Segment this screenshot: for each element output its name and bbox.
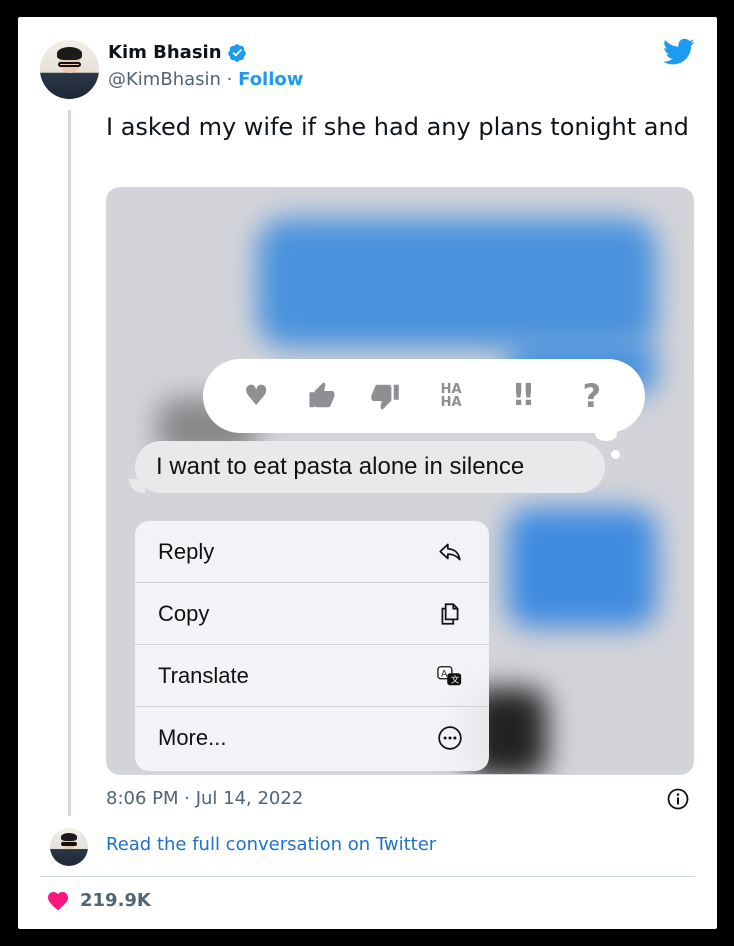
thread-connector-line [68, 110, 71, 816]
svg-text:文: 文 [451, 674, 460, 684]
haha-line-2: HA [440, 395, 462, 410]
thumbs-down-reaction-icon[interactable] [369, 381, 401, 411]
svg-text:A: A [441, 668, 448, 678]
message-context-menu: Reply Copy Translate A 文 More... [135, 521, 489, 771]
message-text: I want to eat pasta alone in silence [156, 453, 525, 480]
menu-item-copy[interactable]: Copy [135, 583, 489, 645]
author-avatar[interactable] [40, 40, 99, 99]
verified-badge-icon [227, 43, 246, 62]
menu-item-more[interactable]: More... [135, 707, 489, 769]
likes-row[interactable]: 219.9K [46, 889, 151, 911]
blurred-message-bubble [507, 508, 657, 628]
info-icon[interactable] [666, 787, 690, 811]
tweet-text: I asked my wife if she had any plans ton… [106, 113, 689, 141]
tweet-embed-card: Kim Bhasin @KimBhasin · Follow I asked m… [18, 17, 717, 929]
like-count: 219.9K [80, 889, 151, 911]
twitter-bird-icon[interactable] [663, 38, 695, 66]
tweet-media-image[interactable]: ♥ HA HA !! ? I want to eat pasta alone i… [106, 187, 694, 775]
author-handle[interactable]: @KimBhasin [108, 69, 221, 90]
follow-link[interactable]: Follow [238, 69, 303, 90]
read-full-conversation-link[interactable]: Read the full conversation on Twitter [106, 834, 436, 855]
menu-item-translate[interactable]: Translate A 文 [135, 645, 489, 707]
author-name[interactable]: Kim Bhasin [108, 42, 222, 63]
menu-item-label: More... [158, 725, 227, 750]
author-name-row[interactable]: Kim Bhasin [108, 42, 247, 63]
reaction-bar-tail-dot [611, 450, 620, 459]
menu-item-reply[interactable]: Reply [135, 521, 489, 583]
heart-icon[interactable] [46, 889, 70, 911]
thumbs-up-reaction-icon[interactable] [306, 381, 338, 411]
separator-dot: · [226, 69, 233, 90]
question-reaction-icon[interactable]: ? [572, 380, 612, 412]
more-icon [438, 726, 462, 750]
author-handle-line: @KimBhasin · Follow [108, 69, 303, 90]
menu-item-label: Copy [158, 600, 210, 626]
tapback-reaction-bar: ♥ HA HA !! ? [203, 359, 645, 433]
exclamation-reaction-icon[interactable]: !! [501, 381, 541, 411]
author-avatar-small[interactable] [50, 828, 88, 866]
tweet-timestamp[interactable]: 8:06 PM · Jul 14, 2022 [106, 788, 303, 809]
blurred-message-bubble [257, 218, 657, 348]
menu-item-label: Reply [158, 538, 215, 564]
message-bubble[interactable]: I want to eat pasta alone in silence [135, 441, 605, 493]
heart-reaction-icon[interactable]: ♥ [236, 382, 276, 410]
translate-icon: A 文 [437, 665, 462, 685]
reaction-bar-tail [595, 427, 617, 441]
haha-reaction-icon[interactable]: HA HA [431, 383, 471, 409]
divider [40, 876, 695, 877]
reply-icon [439, 543, 461, 560]
menu-item-label: Translate [158, 662, 249, 688]
copy-icon [441, 602, 459, 625]
